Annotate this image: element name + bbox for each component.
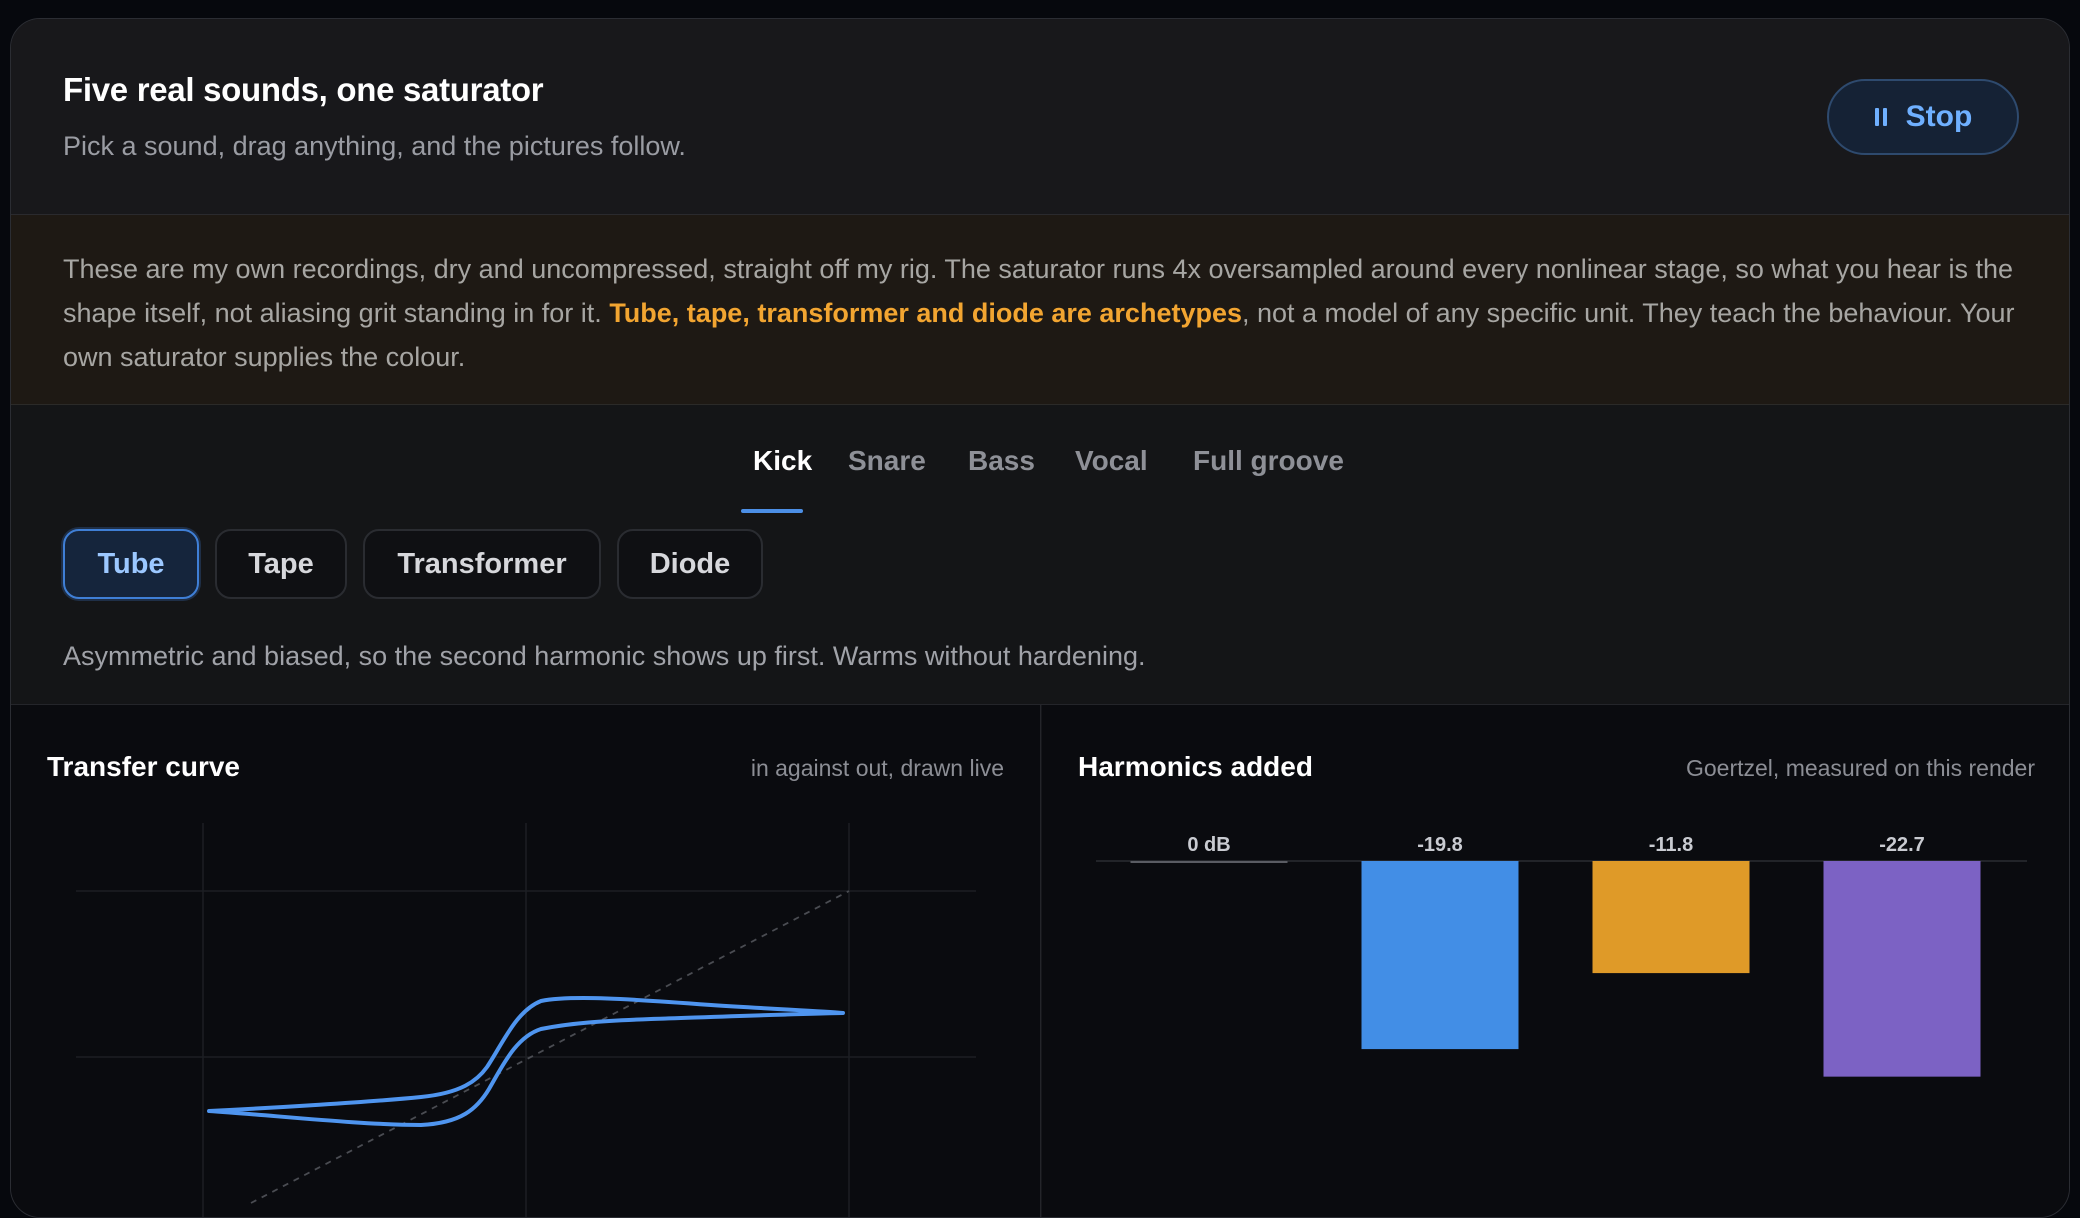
harmonic-value-label-3: -11.8 — [1649, 834, 1693, 856]
saturator-card: Five real sounds, one saturator Pick a s… — [10, 18, 2070, 1218]
harmonics-panel: Harmonics added Goertzel, measured on th… — [1042, 705, 2069, 1217]
mode-tube-button[interactable]: Tube — [63, 529, 199, 599]
transfer-curve-panel: Transfer curve in against out, drawn liv… — [11, 705, 1041, 1218]
mode-description: Asymmetric and biased, so the second har… — [63, 641, 1146, 671]
active-tab-indicator — [741, 509, 803, 513]
card-header: Five real sounds, one saturator Pick a s… — [11, 19, 2069, 215]
plot-grid — [76, 823, 976, 1217]
intro-note: These are my own recordings, dry and unc… — [11, 215, 2069, 405]
pause-icon — [1874, 108, 1888, 126]
note-highlight: Tube, tape, transformer and diode are ar… — [609, 298, 1242, 328]
harmonic-value-label-2: -19.8 — [1417, 834, 1463, 856]
mode-transformer-button[interactable]: Transformer — [363, 529, 601, 599]
controls-section: Kick Snare Bass Vocal Full groove Tube T… — [11, 405, 2069, 705]
tab-snare[interactable]: Snare — [848, 445, 926, 477]
sound-tabs: Kick Snare Bass Vocal Full groove — [11, 445, 2069, 513]
mode-diode-button[interactable]: Diode — [617, 529, 763, 599]
identity-line — [250, 890, 850, 1204]
harmonic-bar-3 — [1592, 861, 1750, 974]
harmonic-bar-2 — [1361, 861, 1519, 1050]
transfer-curve-plot[interactable] — [11, 705, 1041, 1218]
stop-label: Stop — [1905, 100, 1973, 133]
tab-vocal[interactable]: Vocal — [1075, 445, 1148, 477]
harmonic-value-label-4: -22.7 — [1879, 834, 1925, 856]
tab-bass[interactable]: Bass — [968, 445, 1035, 477]
page-subtitle: Pick a sound, drag anything, and the pic… — [63, 131, 686, 161]
page-title: Five real sounds, one saturator — [63, 71, 544, 108]
tab-full-groove[interactable]: Full groove — [1193, 445, 1344, 477]
harmonic-bar-4 — [1823, 861, 1981, 1077]
stop-button[interactable]: Stop — [1827, 79, 2019, 155]
harmonics-chart: 0 dB -19.8 -11.8 -22.7 — [1096, 834, 2027, 1077]
harmonic-value-label-1: 0 dB — [1187, 834, 1230, 856]
harmonic-bar-1 — [1130, 861, 1288, 863]
tab-kick[interactable]: Kick — [753, 445, 812, 477]
mode-tape-button[interactable]: Tape — [215, 529, 347, 599]
